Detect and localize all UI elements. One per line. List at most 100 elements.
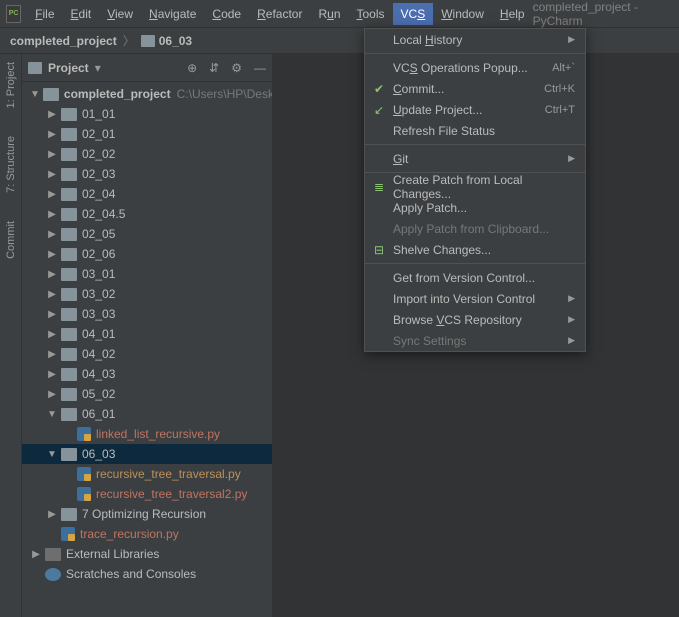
submenu-arrow-icon: ▶	[568, 153, 575, 164]
tree-label: Scratches and Consoles	[66, 567, 196, 581]
closed-arrow-icon[interactable]	[46, 309, 58, 320]
tree-row[interactable]: 06_03	[22, 444, 272, 464]
submenu-arrow-icon: ▶	[568, 34, 575, 45]
closed-arrow-icon[interactable]	[46, 269, 58, 280]
py-icon	[77, 467, 91, 481]
tree-row[interactable]: 02_02	[22, 144, 272, 164]
tree-row[interactable]: 05_02	[22, 384, 272, 404]
sidebar-tab-structure[interactable]: 7: Structure	[5, 132, 17, 197]
menu-code[interactable]: Code	[204, 3, 249, 25]
tree-row[interactable]: 03_03	[22, 304, 272, 324]
menu-item-refresh-file-status[interactable]: Refresh File Status	[365, 120, 585, 141]
menu-item-git[interactable]: Git▶	[365, 148, 585, 169]
menu-item-update-project[interactable]: ↙Update Project...Ctrl+T	[365, 99, 585, 120]
menu-item-shelve-changes[interactable]: ⊟Shelve Changes...	[365, 239, 585, 260]
submenu-arrow-icon: ▶	[568, 335, 575, 346]
open-arrow-icon[interactable]	[46, 449, 58, 460]
menu-item-local-history[interactable]: Local History▶	[365, 29, 585, 50]
project-tree[interactable]: completed_projectC:\Users\HP\Desktop01_0…	[22, 82, 272, 617]
select-opened-file-icon[interactable]: ⊕	[187, 61, 197, 75]
menu-item-apply-patch-from-clipboard: Apply Patch from Clipboard...	[365, 218, 585, 239]
closed-arrow-icon[interactable]	[46, 229, 58, 240]
tree-row[interactable]: 04_02	[22, 344, 272, 364]
menu-item-commit[interactable]: ✔Commit...Ctrl+K	[365, 78, 585, 99]
tree-row[interactable]: recursive_tree_traversal2.py	[22, 484, 272, 504]
panel-title[interactable]: Project	[48, 61, 89, 75]
menu-item-label: Shelve Changes...	[393, 243, 491, 257]
tree-row[interactable]: External Libraries	[22, 544, 272, 564]
submenu-arrow-icon: ▶	[568, 293, 575, 304]
menu-edit[interactable]: Edit	[63, 3, 100, 25]
closed-arrow-icon[interactable]	[46, 369, 58, 380]
tree-row[interactable]: Scratches and Consoles	[22, 564, 272, 584]
tree-row[interactable]: 02_04	[22, 184, 272, 204]
tree-label: 06_03	[82, 447, 115, 461]
menu-item-browse-vcs-repository[interactable]: Browse VCS Repository▶	[365, 309, 585, 330]
gear-icon[interactable]: ⚙	[231, 61, 242, 75]
closed-arrow-icon[interactable]	[46, 349, 58, 360]
tree-row[interactable]: 03_01	[22, 264, 272, 284]
closed-arrow-icon[interactable]	[46, 189, 58, 200]
tree-row[interactable]: 02_04.5	[22, 204, 272, 224]
folder-icon	[61, 448, 77, 461]
open-arrow-icon[interactable]	[30, 89, 40, 100]
menu-file[interactable]: File	[27, 3, 62, 25]
menu-window[interactable]: Window	[433, 3, 492, 25]
tree-row[interactable]: 04_03	[22, 364, 272, 384]
menu-item-import-into-version-control[interactable]: Import into Version Control▶	[365, 288, 585, 309]
tree-label: 03_02	[82, 287, 115, 301]
menu-run[interactable]: Run	[310, 3, 348, 25]
menu-help[interactable]: Help	[492, 3, 533, 25]
menu-item-label: Commit...	[393, 82, 444, 96]
tree-row[interactable]: trace_recursion.py	[22, 524, 272, 544]
expand-collapse-icon[interactable]: ⇵	[209, 61, 219, 75]
tree-row[interactable]: 02_01	[22, 124, 272, 144]
tree-row[interactable]: 02_05	[22, 224, 272, 244]
menu-item-get-from-version-control[interactable]: Get from Version Control...	[365, 267, 585, 288]
py-icon	[77, 427, 91, 441]
folder-icon	[61, 288, 77, 301]
closed-arrow-icon[interactable]	[46, 149, 58, 160]
closed-arrow-icon[interactable]	[46, 509, 58, 520]
tree-row[interactable]: 06_01	[22, 404, 272, 424]
tree-row[interactable]: 02_03	[22, 164, 272, 184]
closed-arrow-icon[interactable]	[46, 209, 58, 220]
menu-refactor[interactable]: Refactor	[249, 3, 310, 25]
closed-arrow-icon[interactable]	[46, 289, 58, 300]
menu-vcs[interactable]: VCS	[393, 3, 434, 25]
tree-row[interactable]: linked_list_recursive.py	[22, 424, 272, 444]
menu-shortcut: Alt+`	[552, 62, 575, 74]
tree-row[interactable]: 01_01	[22, 104, 272, 124]
sidebar-tab-commit[interactable]: Commit	[5, 217, 17, 263]
tree-row[interactable]: completed_projectC:\Users\HP\Desktop	[22, 84, 272, 104]
closed-arrow-icon[interactable]	[46, 129, 58, 140]
closed-arrow-icon[interactable]	[46, 109, 58, 120]
vcs-menu-dropdown: Local History▶ VCS Operations Popup...Alt…	[364, 28, 586, 352]
tree-row[interactable]: 03_02	[22, 284, 272, 304]
tree-row[interactable]: 7 Optimizing Recursion	[22, 504, 272, 524]
breadcrumb-root[interactable]: completed_project	[10, 34, 117, 48]
sidebar-tab-project[interactable]: 1: Project	[5, 58, 17, 112]
breadcrumb-current[interactable]: 06_03	[159, 34, 192, 48]
closed-arrow-icon[interactable]	[46, 389, 58, 400]
menu-view[interactable]: View	[99, 3, 141, 25]
hide-icon[interactable]: —	[254, 61, 266, 75]
menu-item-create-patch-from-local-changes[interactable]: ≣Create Patch from Local Changes...	[365, 176, 585, 197]
folder-icon	[61, 208, 77, 221]
tree-row[interactable]: 04_01	[22, 324, 272, 344]
closed-arrow-icon[interactable]	[46, 169, 58, 180]
tree-row[interactable]: recursive_tree_traversal.py	[22, 464, 272, 484]
tree-row[interactable]: 02_06	[22, 244, 272, 264]
closed-arrow-icon[interactable]	[46, 249, 58, 260]
tree-label: recursive_tree_traversal2.py	[96, 487, 247, 501]
tree-label: 03_03	[82, 307, 115, 321]
menu-item-vcs-operations-popup[interactable]: VCS Operations Popup...Alt+`	[365, 57, 585, 78]
left-gutter: 1: Project 7: Structure Commit	[0, 54, 22, 617]
menu-navigate[interactable]: Navigate	[141, 3, 204, 25]
chevron-down-icon[interactable]: ▾	[95, 61, 101, 75]
closed-arrow-icon[interactable]	[46, 329, 58, 340]
open-arrow-icon[interactable]	[46, 409, 58, 420]
menu-tools[interactable]: Tools	[349, 3, 393, 25]
folder-icon	[61, 508, 77, 521]
closed-arrow-icon[interactable]	[30, 549, 42, 560]
